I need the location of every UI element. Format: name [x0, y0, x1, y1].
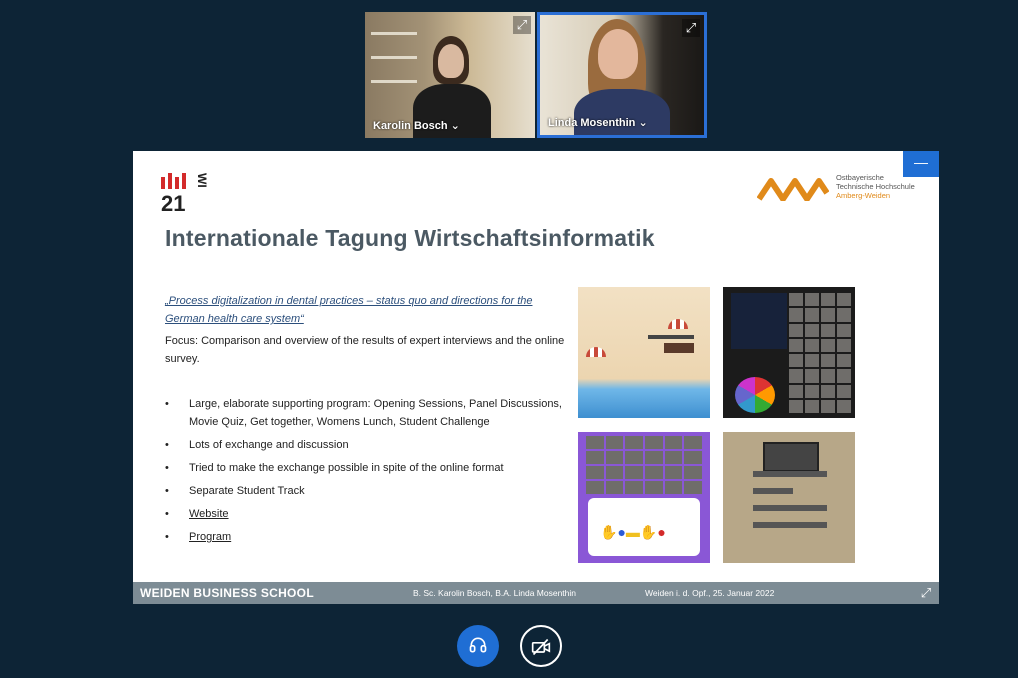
bullet-list: Large, elaborate supporting program: Ope…	[165, 395, 575, 551]
slide-preview	[731, 293, 787, 349]
footer-authors: B. Sc. Karolin Bosch, B.A. Linda Mosenth…	[413, 588, 577, 598]
umbrella	[668, 319, 688, 329]
shared-slide: — 21 WI Ostbayerische Technische Hochsch…	[133, 151, 939, 604]
video-grid-image	[723, 287, 855, 418]
shelf	[371, 32, 417, 35]
camera-toggle-button[interactable]	[520, 625, 562, 667]
avatar-names	[753, 466, 827, 528]
camera-off-icon	[531, 638, 551, 655]
person-face	[438, 44, 464, 78]
game-nameplate	[648, 335, 694, 339]
program-link[interactable]: Program	[165, 528, 575, 546]
list-item: Lots of exchange and discussion	[165, 436, 575, 454]
participant-grid	[789, 293, 851, 413]
beach-game-image	[578, 287, 710, 418]
list-item: Large, elaborate supporting program: Ope…	[165, 395, 575, 431]
expand-icon[interactable]: ⤢	[682, 19, 700, 37]
person-body	[574, 89, 670, 135]
participant-tile-linda[interactable]: ⤢ Linda Mosenthin ⌄	[537, 12, 707, 138]
footer-school: WEIDEN BUSINESS SCHOOL	[140, 586, 314, 600]
headset-icon	[469, 637, 487, 653]
pie-graphic	[735, 377, 775, 413]
footer-date: Weiden i. d. Opf., 25. Januar 2022	[645, 588, 775, 598]
logo-bars	[161, 171, 189, 189]
shelf	[371, 56, 417, 59]
focus-text: Focus: Comparison and overview of the re…	[165, 335, 565, 365]
oth-logo-mark	[757, 178, 829, 201]
list-item: Tried to make the exchange possible in s…	[165, 459, 575, 477]
participant-name: Karolin Bosch ⌄	[373, 120, 460, 132]
avatar-group	[664, 343, 694, 353]
chevron-down-icon[interactable]: ⌄	[638, 117, 647, 129]
movie-quiz-image: ✋●▬✋●	[578, 432, 710, 563]
audio-button[interactable]	[457, 625, 499, 667]
chevron-down-icon[interactable]: ⌄	[451, 120, 460, 132]
participant-tile-karolin[interactable]: ⤢ Karolin Bosch ⌄	[365, 12, 535, 138]
fullscreen-icon[interactable]: ⤢	[917, 584, 935, 602]
virtual-room-image	[723, 432, 855, 563]
website-link[interactable]: Website	[165, 505, 575, 523]
quiz-card: ✋●▬✋●	[588, 498, 700, 556]
paper-title-link[interactable]: „Process digitalization in dental practi…	[165, 292, 565, 328]
list-item: Separate Student Track	[165, 482, 575, 500]
slide-title: Internationale Tagung Wirtschaftsinforma…	[165, 225, 655, 251]
person-face	[598, 29, 638, 79]
shelf	[371, 80, 417, 83]
quiz-emojis: ✋●▬✋●	[600, 524, 666, 540]
oth-logo: Ostbayerische Technische Hochschule Ambe…	[757, 173, 927, 205]
logo-number: 21	[161, 191, 186, 216]
expand-icon[interactable]: ⤢	[513, 16, 531, 34]
participant-grid	[586, 436, 702, 494]
slide-footer: WEIDEN BUSINESS SCHOOL B. Sc. Karolin Bo…	[133, 582, 939, 604]
oth-logo-text: Ostbayerische Technische Hochschule Ambe…	[836, 173, 915, 200]
umbrella	[586, 347, 606, 357]
wi21-logo: 21 WI	[161, 171, 211, 216]
participant-name: Linda Mosenthin ⌄	[548, 117, 648, 129]
logo-letters: WI	[195, 173, 209, 188]
minimize-icon: —	[914, 154, 928, 170]
